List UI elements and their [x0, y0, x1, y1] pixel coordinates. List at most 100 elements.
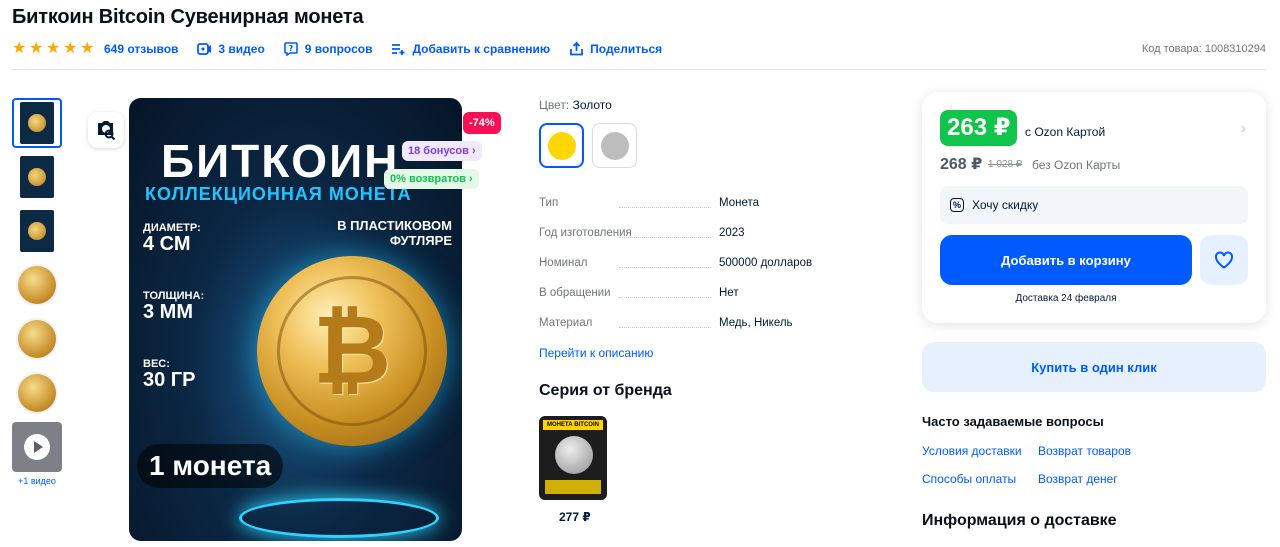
color-swatches	[539, 123, 879, 168]
ozon-card-price[interactable]: 263 ₽	[940, 110, 1018, 146]
star-icon: ★	[80, 40, 95, 57]
image-case-text: В ПЛАСТИКОВОМ ФУТЛЯРЕ	[337, 218, 452, 248]
want-discount-label: Хочу скидку	[972, 198, 1039, 212]
spec-row: В обращении Нет	[539, 278, 879, 308]
image-weight: ВЕС: 30 ГР	[143, 358, 195, 390]
main-product-image[interactable]: БИТКОИН КОЛЛЕКЦИОННАЯ МОНЕТА ДИАМЕТР: 4 …	[129, 98, 462, 541]
delivery-info-title: Информация о доставке	[922, 512, 1117, 529]
star-icon: ★	[12, 40, 27, 57]
image-search-button[interactable]	[88, 112, 124, 148]
percent-icon: %	[950, 198, 964, 212]
brand-series-title: Серия от бренда	[539, 382, 672, 399]
rating-stars[interactable]: ★ ★ ★ ★ ★	[12, 41, 96, 57]
faq-links: Условия доставки Возврат товаров Способы…	[922, 444, 1242, 486]
image-diameter: ДИАМЕТР: 4 СМ	[143, 222, 201, 254]
image-subtitle-text: КОЛЛЕКЦИОННАЯ МОНЕТА	[145, 184, 412, 204]
star-icon: ★	[29, 40, 44, 57]
image-title-text: БИТКОИН	[161, 135, 400, 187]
image-quantity-text: 1 монета	[137, 444, 284, 488]
spec-row: Тип Монета	[539, 188, 879, 218]
compare-label: Добавить к сравнению	[412, 42, 551, 56]
gallery-thumb[interactable]	[12, 206, 62, 256]
reviews-link[interactable]: 649 отзывов	[104, 42, 178, 56]
share-icon	[568, 42, 584, 56]
share-label: Поделиться	[590, 42, 663, 56]
thumb-image	[18, 374, 56, 412]
thumb-image	[20, 102, 54, 144]
gallery-thumb[interactable]	[12, 314, 62, 364]
old-price: 1 028 ₽	[988, 159, 1023, 170]
videos-link[interactable]: 3 видео	[196, 42, 265, 56]
faq-link-delivery-terms[interactable]: Условия доставки	[922, 444, 1038, 458]
spec-value: Нет	[719, 287, 739, 299]
spec-value: 500000 долларов	[719, 257, 813, 269]
thumb-image	[20, 156, 54, 198]
coin-ring: ₿	[277, 276, 427, 426]
spec-key: В обращении	[539, 287, 719, 299]
bonus-badge[interactable]: 18 бонусов ›	[402, 141, 482, 161]
image-search-icon	[98, 121, 116, 141]
specs-list: Тип Монета Год изготовления 2023 Номинал…	[539, 188, 879, 338]
gallery-video-thumb[interactable]	[12, 422, 62, 472]
faq-title: Часто задаваемые вопросы	[922, 414, 1104, 429]
videos-label: 3 видео	[218, 42, 265, 56]
spec-row: Год изготовления 2023	[539, 218, 879, 248]
returns-badge[interactable]: 0% возвратов ›	[384, 169, 479, 189]
video-caption[interactable]: +1 видео	[12, 476, 62, 486]
swatch-silver-dot	[600, 131, 629, 160]
bitcoin-symbol: ₿	[312, 297, 392, 404]
coin-glow	[239, 498, 439, 538]
thumb-image	[20, 210, 54, 252]
product-meta-row: ★ ★ ★ ★ ★ 649 отзывов 3 видео ? 9 вопрос…	[12, 40, 1266, 58]
chevron-right-icon[interactable]: ›	[1241, 120, 1246, 138]
spec-row: Номинал 500000 долларов	[539, 248, 879, 278]
color-label: Цвет: Золото	[539, 98, 879, 112]
add-to-cart-button[interactable]: Добавить в корзину	[940, 235, 1192, 285]
spec-key: Тип	[539, 197, 719, 209]
goto-description-link[interactable]: Перейти к описанию	[539, 346, 879, 360]
thumb-image	[18, 320, 56, 358]
thumb-image	[18, 266, 56, 304]
question-icon: ?	[283, 42, 299, 56]
regular-price-note: без Ozon Карты	[1032, 158, 1121, 172]
discount-badge: -74%	[463, 112, 501, 134]
delivery-date: Доставка 24 февраля	[1015, 293, 1117, 304]
heart-icon	[1215, 251, 1233, 269]
product-details: Цвет: Золото Тип Монета Год изготовления…	[539, 98, 879, 524]
image-thickness: ТОЛЩИНА: 3 ММ	[143, 290, 204, 322]
gallery-thumb[interactable]	[12, 98, 62, 148]
faq-link-refund[interactable]: Возврат денег	[1038, 472, 1198, 486]
thickness-value: 3 ММ	[143, 301, 193, 323]
share-link[interactable]: Поделиться	[568, 42, 662, 56]
faq-link-returns[interactable]: Возврат товаров	[1038, 444, 1198, 458]
video-icon	[196, 42, 212, 56]
gallery-thumb[interactable]	[12, 368, 62, 418]
color-label-key: Цвет:	[539, 98, 570, 112]
swatch-gold[interactable]	[539, 123, 584, 168]
questions-label: 9 вопросов	[304, 42, 373, 56]
star-icon: ★	[63, 40, 78, 57]
product-title: Биткоин Bitcoin Сувенирная монета	[12, 6, 364, 28]
series-price: 277 ₽	[559, 510, 591, 524]
swatch-silver[interactable]	[592, 123, 637, 168]
buy-one-click-button[interactable]: Купить в один клик	[922, 342, 1266, 392]
bitcoin-coin-image: ₿	[257, 256, 447, 446]
want-discount-button[interactable]: % Хочу скидку	[940, 186, 1248, 224]
series-card-stripe	[545, 480, 601, 494]
spec-value: 2023	[719, 227, 745, 239]
header-divider	[12, 69, 1266, 70]
favorite-button[interactable]	[1200, 235, 1248, 285]
compare-link[interactable]: Добавить к сравнению	[390, 42, 550, 56]
faq-link-payment-methods[interactable]: Способы оплаты	[922, 472, 1038, 486]
gallery-thumb[interactable]	[12, 152, 62, 202]
svg-text:?: ?	[288, 44, 293, 53]
star-icon: ★	[46, 40, 61, 57]
weight-value: 30 ГР	[143, 369, 196, 391]
series-product-card[interactable]: МОНЕТА BITCOIN	[539, 416, 607, 500]
gallery-thumb[interactable]	[12, 260, 62, 310]
spec-key: Год изготовления	[539, 227, 719, 239]
spec-value: Медь, Никель	[719, 317, 793, 329]
questions-link[interactable]: ? 9 вопросов	[283, 42, 373, 56]
ozon-card-note: с Ozon Картой	[1025, 125, 1106, 139]
spec-row: Материал Медь, Никель	[539, 308, 879, 338]
